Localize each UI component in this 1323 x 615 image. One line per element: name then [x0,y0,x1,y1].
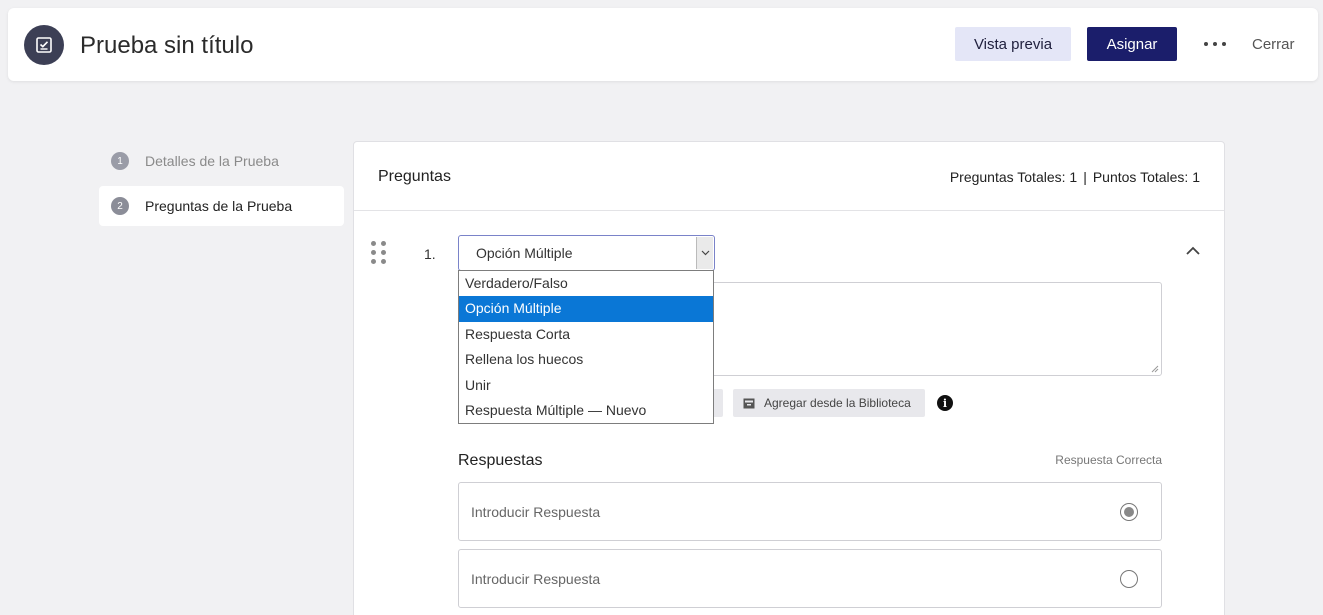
sidebar-item-questions[interactable]: 2 Preguntas de la Prueba [99,186,344,226]
option-multiple-choice[interactable]: Opción Múltiple [459,296,713,322]
answers-heading: Respuestas [458,452,543,469]
answer-row[interactable]: Introducir Respuesta [458,482,1162,541]
sidebar-item-label: Detalles de la Prueba [145,153,279,169]
sidebar-item-label: Preguntas de la Prueba [145,198,293,214]
step-number: 2 [111,197,129,215]
correct-answer-heading: Respuesta Correcta [1055,453,1162,467]
drag-handle-icon[interactable] [371,241,386,265]
answer-input[interactable]: Introducir Respuesta [471,571,600,587]
option-short-answer[interactable]: Respuesta Corta [459,322,713,347]
card-header: Preguntas Preguntas Totales: 1 | Puntos To… [354,142,1224,211]
preview-button[interactable]: Vista previa [955,27,1071,61]
chevron-up-icon[interactable] [1185,244,1201,256]
correct-answer-radio[interactable] [1120,503,1138,521]
assign-button[interactable]: Asignar [1087,27,1177,61]
page-title: Prueba sin título [80,32,254,59]
quiz-checklist-icon [24,25,64,65]
answer-row[interactable]: Introducir Respuesta [458,549,1162,608]
answer-input[interactable]: Introducir Respuesta [471,504,600,520]
option-fill-blanks[interactable]: Rellena los huecos [459,347,713,372]
library-button-label: Agregar desde la Biblioteca [764,396,911,410]
library-icon [743,398,755,408]
more-horizontal-icon[interactable] [1204,34,1226,54]
add-from-library-button[interactable]: Agregar desde la Biblioteca [733,389,925,417]
option-match[interactable]: Unir [459,373,713,398]
question-type-dropdown: Verdadero/Falso Opción Múltiple Respuest… [458,270,714,424]
sidebar-item-details[interactable]: 1 Detalles de la Prueba [99,141,344,181]
chevron-down-icon[interactable] [696,237,713,269]
question-type-select[interactable]: Opción Múltiple [458,235,715,271]
correct-answer-radio[interactable] [1120,570,1138,588]
card-title: Preguntas [378,168,451,185]
option-multiple-response[interactable]: Respuesta Múltiple — Nuevo [459,398,713,423]
option-true-false[interactable]: Verdadero/Falso [459,271,713,296]
question-type-value: Opción Múltiple [476,245,573,261]
info-icon[interactable]: i [937,395,953,411]
question-number: 1. [424,246,436,262]
resize-grip-icon[interactable] [1151,365,1159,373]
close-link[interactable]: Cerrar [1252,36,1295,53]
total-points: Puntos Totales: 1 [1092,169,1200,185]
totals-separator: | [1083,169,1087,185]
totals: Preguntas Totales: 1 | Puntos Totales: 1 [950,169,1200,185]
top-header: Prueba sin título Vista previa Asignar C… [8,8,1318,81]
total-questions: Preguntas Totales: 1 [949,169,1078,185]
step-number: 1 [111,152,129,170]
